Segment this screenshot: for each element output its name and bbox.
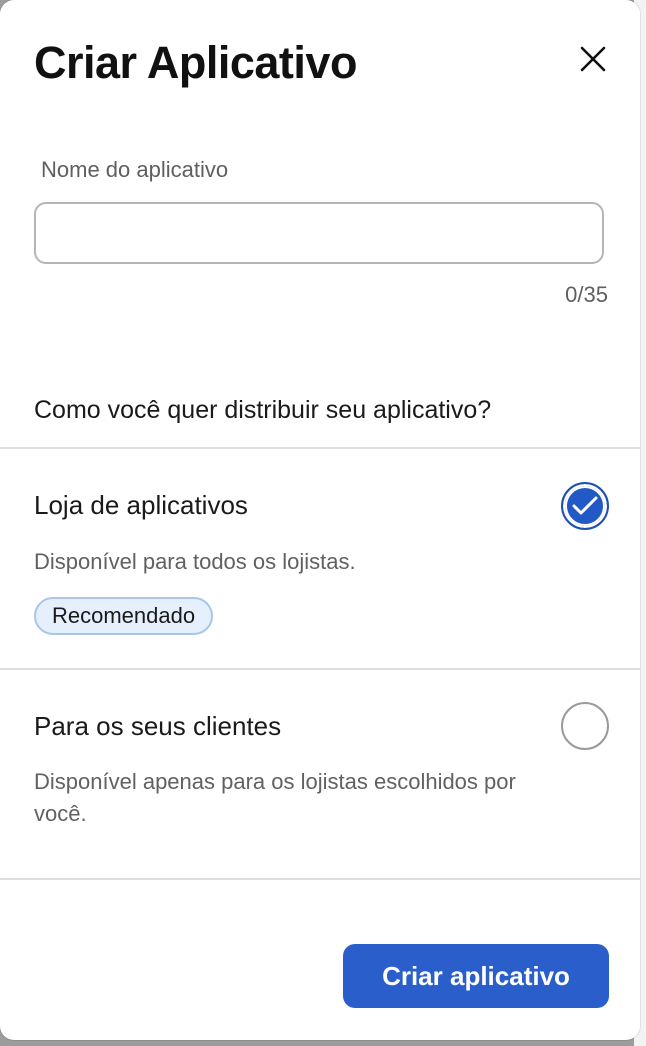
- option-title: Para os seus clientes: [34, 711, 282, 741]
- option-description: Disponível para todos os lojistas.: [34, 549, 356, 574]
- recommended-badge: Recomendado: [34, 597, 214, 635]
- create-app-dialog: Criar Aplicativo Nome do aplicativo 0/35…: [0, 0, 640, 1040]
- radio-app-store-selected[interactable]: [561, 482, 609, 530]
- divider: [0, 878, 640, 880]
- close-icon: [580, 46, 606, 72]
- distribution-question: Como você quer distribuir seu aplicativo…: [34, 396, 492, 424]
- checkmark-icon: [572, 496, 598, 515]
- option-description: Disponível apenas para os lojistas escol…: [34, 769, 516, 826]
- create-app-button[interactable]: Criar aplicativo: [343, 944, 609, 1008]
- option-title: Loja de aplicativos: [34, 490, 248, 520]
- divider: [0, 447, 640, 449]
- dialog-title: Criar Aplicativo: [34, 37, 357, 88]
- close-button[interactable]: [574, 40, 612, 78]
- character-counter: 0/35: [565, 282, 608, 307]
- app-name-label: Nome do aplicativo: [41, 157, 229, 182]
- app-name-input[interactable]: [34, 202, 604, 264]
- divider: [0, 668, 640, 670]
- radio-own-clients[interactable]: [561, 702, 609, 750]
